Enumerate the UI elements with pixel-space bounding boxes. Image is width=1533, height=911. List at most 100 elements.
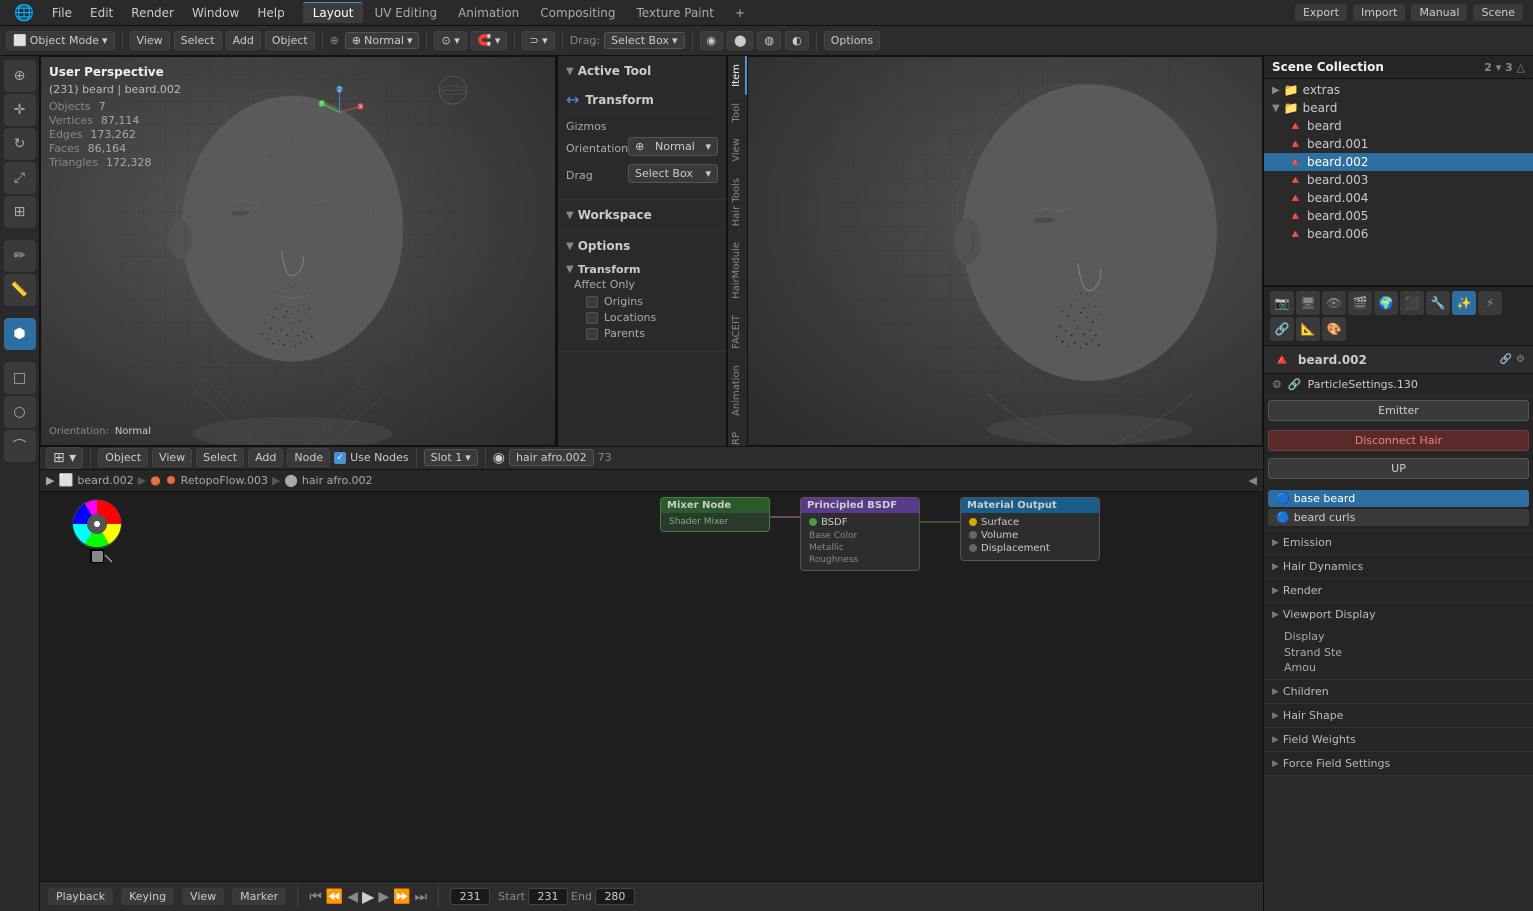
- prop-icon-render[interactable]: 📷: [1270, 291, 1294, 315]
- bottom-node-btn[interactable]: Node: [287, 448, 330, 467]
- start-frame-field[interactable]: 231: [528, 888, 568, 905]
- menu-render[interactable]: Render: [123, 4, 182, 22]
- orientation-btn[interactable]: ⊕ Normal ▾: [345, 32, 420, 49]
- vtab-tool[interactable]: Tool: [728, 95, 747, 130]
- play-icon[interactable]: ▶: [362, 887, 374, 906]
- current-frame-field[interactable]: 231: [450, 888, 490, 905]
- menu-file[interactable]: File: [44, 4, 80, 22]
- drag-btn[interactable]: Select Box ▾: [604, 32, 684, 49]
- xray-btn[interactable]: ◉: [700, 31, 724, 50]
- node-canvas[interactable]: Material Output Surface Volume Displacem…: [40, 492, 1263, 882]
- prop-icon-modifier[interactable]: 🔧: [1426, 291, 1450, 315]
- emission-header[interactable]: ▶ Emission: [1264, 531, 1533, 554]
- tab-texture-paint[interactable]: Texture Paint: [627, 2, 724, 23]
- breadcrumb-toggle[interactable]: ▶: [46, 474, 54, 487]
- bc-hair[interactable]: hair afro.002: [302, 474, 373, 487]
- app-icon[interactable]: 🌐: [6, 1, 42, 24]
- view-btn[interactable]: View: [130, 31, 170, 50]
- options-btn[interactable]: Options: [824, 31, 880, 50]
- scene-btn[interactable]: Scene: [1473, 4, 1523, 21]
- tool-active[interactable]: ⬢: [4, 318, 36, 350]
- prop-icon-particles[interactable]: ✨: [1452, 291, 1476, 315]
- force-field-header[interactable]: ▶ Force Field Settings: [1264, 752, 1533, 775]
- vtab-item[interactable]: Item: [728, 56, 747, 95]
- vtab-hair-tools[interactable]: Hair Tools: [728, 170, 747, 234]
- bc-beard[interactable]: beard.002: [77, 474, 133, 487]
- bottom-view-btn[interactable]: View: [152, 448, 192, 467]
- marker-btn[interactable]: Marker: [232, 888, 286, 905]
- options-header[interactable]: ▼ Options: [558, 235, 726, 257]
- jump-end-icon[interactable]: ⏭: [415, 889, 428, 905]
- tool-measure[interactable]: 📏: [4, 274, 36, 306]
- locations-checkbox[interactable]: [586, 312, 598, 324]
- transform-sub-header[interactable]: ▼ Transform: [566, 261, 718, 278]
- prev-frame-icon[interactable]: ⏪: [326, 889, 343, 905]
- menu-help[interactable]: Help: [249, 4, 292, 22]
- snap-btn[interactable]: 🧲 ▾: [471, 31, 508, 50]
- tree-beard-6[interactable]: 🔺 beard.006: [1264, 225, 1533, 243]
- use-nodes-checkbox[interactable]: ✓: [334, 452, 346, 464]
- orientation-dropdown[interactable]: ⊕ Normal ▾: [628, 137, 718, 156]
- menu-edit[interactable]: Edit: [82, 4, 121, 22]
- workspace-header[interactable]: ▼ Workspace: [558, 204, 726, 226]
- tool-rotate[interactable]: ↻: [4, 128, 36, 160]
- next-frame-icon[interactable]: ⏩: [393, 889, 410, 905]
- pivot-btn[interactable]: ⊙ ▾: [434, 31, 466, 50]
- field-weights-header[interactable]: ▶ Field Weights: [1264, 728, 1533, 751]
- prev-keyframe-icon[interactable]: ◀: [347, 889, 358, 905]
- prop-icon-scene[interactable]: 🎬: [1348, 291, 1372, 315]
- emitter-btn[interactable]: Emitter: [1268, 400, 1529, 421]
- material-slot-base[interactable]: 🔵 base beard: [1268, 490, 1529, 507]
- timeline-view-btn[interactable]: View: [182, 888, 224, 905]
- tree-beard-1[interactable]: 🔺 beard.001: [1264, 135, 1533, 153]
- parents-checkbox-row[interactable]: Parents: [574, 327, 718, 340]
- editor-type-btn[interactable]: ⊞ ▾: [46, 447, 83, 469]
- disconnect-hair-btn[interactable]: Disconnect Hair: [1268, 430, 1529, 451]
- tool-scale[interactable]: ⤢: [4, 162, 36, 194]
- node-mixer[interactable]: Mixer Node Shader Mixer: [660, 497, 770, 532]
- import-btn[interactable]: Import: [1353, 4, 1406, 21]
- tree-beard-4[interactable]: 🔺 beard.004: [1264, 189, 1533, 207]
- end-frame-field[interactable]: 280: [595, 888, 635, 905]
- bc-retopoflow[interactable]: RetopoFlow.003: [181, 474, 268, 487]
- children-header[interactable]: ▶ Children: [1264, 680, 1533, 703]
- hair-dynamics-header[interactable]: ▶ Hair Dynamics: [1264, 555, 1533, 578]
- render-btn[interactable]: ◐: [785, 31, 809, 50]
- node-principled[interactable]: Material Output Surface Volume Displacem…: [960, 497, 1100, 561]
- bottom-select-btn[interactable]: Select: [196, 448, 244, 467]
- vtab-faceit[interactable]: FACEIT: [728, 307, 747, 357]
- playback-btn[interactable]: Playback: [48, 888, 113, 905]
- hair-shape-header[interactable]: ▶ Hair Shape: [1264, 704, 1533, 727]
- prop-icon-physics[interactable]: ⚡: [1478, 291, 1502, 315]
- origins-checkbox-row[interactable]: Origins: [574, 295, 718, 308]
- right-viewport[interactable]: [747, 56, 1263, 446]
- tab-uv-editing[interactable]: UV Editing: [364, 2, 447, 23]
- export-btn[interactable]: Export: [1295, 4, 1347, 21]
- bottom-add-btn[interactable]: Add: [248, 448, 283, 467]
- select-btn[interactable]: Select: [174, 31, 222, 50]
- manual-btn[interactable]: Manual: [1411, 4, 1467, 21]
- tab-animation[interactable]: Animation: [448, 2, 529, 23]
- tree-beard[interactable]: ▼ 📁 beard: [1264, 99, 1533, 117]
- tree-beard-5[interactable]: 🔺 beard.005: [1264, 207, 1533, 225]
- menu-window[interactable]: Window: [184, 4, 247, 22]
- vtab-arp[interactable]: ARP: [728, 424, 747, 445]
- bc-end-toggle[interactable]: ◀: [1249, 474, 1257, 487]
- prop-icon-constraints[interactable]: 🔗: [1270, 317, 1294, 341]
- parents-checkbox[interactable]: [586, 328, 598, 340]
- node-bsdf[interactable]: Principled BSDF BSDF Base Color Metallic…: [800, 497, 920, 571]
- left-viewport[interactable]: Z X Y: [40, 56, 557, 446]
- use-nodes-toggle[interactable]: ✓ Use Nodes: [334, 451, 409, 464]
- tab-layout[interactable]: Layout: [303, 2, 364, 23]
- vtab-view[interactable]: View: [728, 130, 747, 170]
- vtab-hairmodule[interactable]: HairModule: [728, 234, 747, 307]
- render-header[interactable]: ▶ Render: [1264, 579, 1533, 602]
- material-slot-curls[interactable]: 🔵 beard curls: [1268, 509, 1529, 526]
- tree-beard-3[interactable]: 🔺 beard.003: [1264, 171, 1533, 189]
- tool-move[interactable]: ✛: [4, 94, 36, 126]
- prop-icon-view[interactable]: 👁: [1322, 291, 1346, 315]
- next-keyframe-icon[interactable]: ▶: [378, 889, 389, 905]
- matprev-btn[interactable]: ◍: [757, 31, 781, 50]
- up-btn[interactable]: UP: [1268, 458, 1529, 479]
- origins-checkbox[interactable]: [586, 296, 598, 308]
